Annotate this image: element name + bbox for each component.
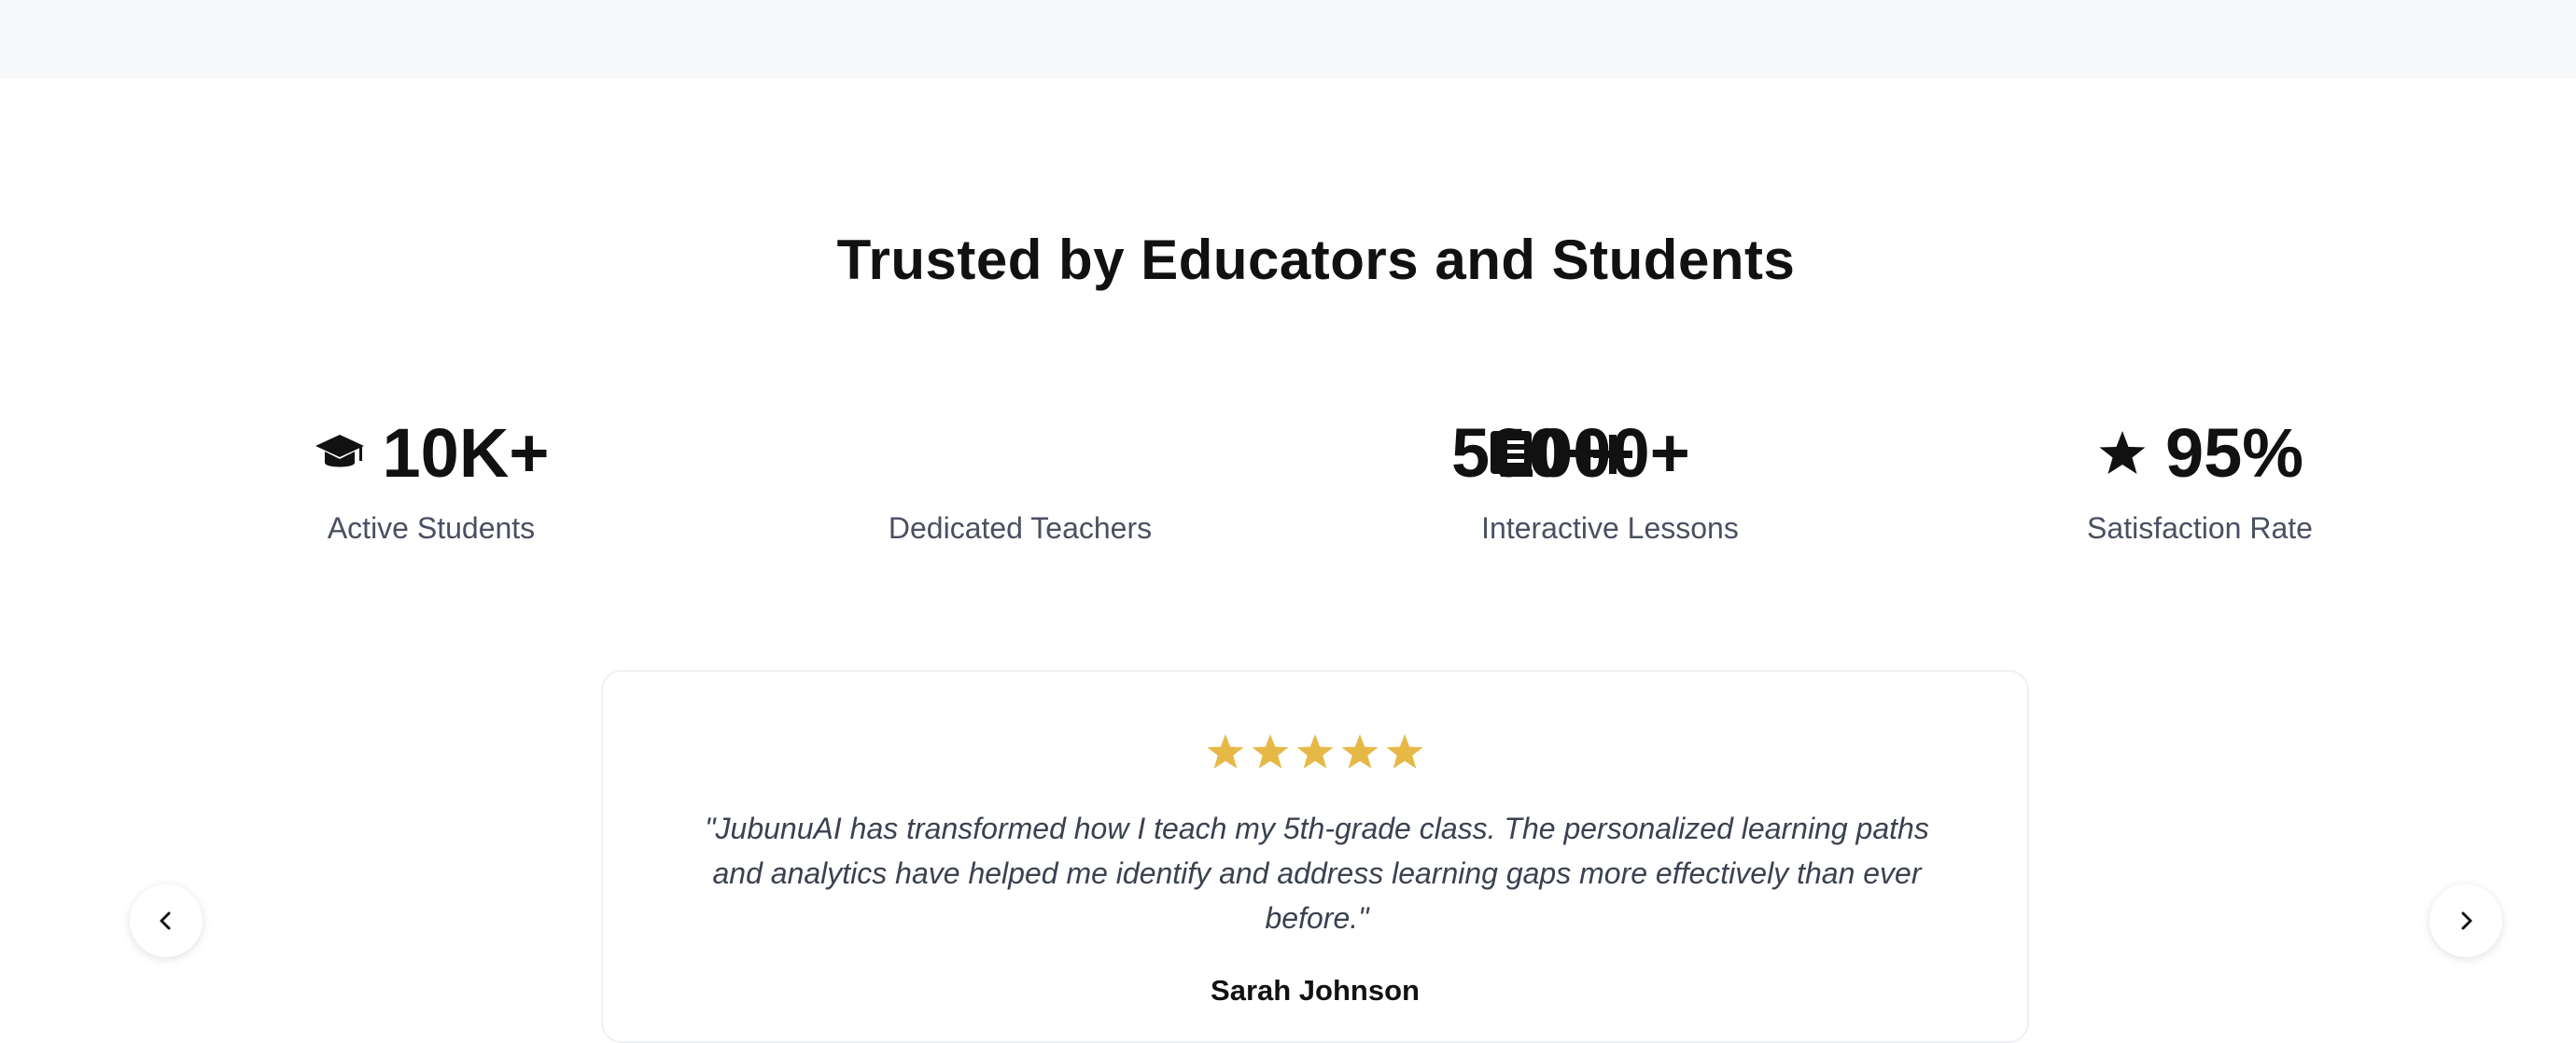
stat-value: 95%: [2164, 414, 2304, 492]
star-icon: [1207, 734, 1244, 769]
stat-label: Interactive Lessons: [1481, 511, 1739, 545]
stat-active-students: 10K+ Active Students: [133, 416, 730, 546]
testimonial-quote: "JubunuAI has transformed how I teach my…: [705, 812, 1929, 935]
stat-label: Satisfaction Rate: [2087, 511, 2313, 545]
stat-value: 10K+: [382, 414, 550, 492]
stat-satisfaction-rate: 95% Satisfaction Rate: [1901, 416, 2499, 546]
carousel-next-button[interactable]: [2429, 884, 2502, 957]
section-title: Trusted by Educators and Students: [836, 229, 1796, 291]
star-icon: [1296, 734, 1334, 769]
stat-label: Active Students: [327, 511, 536, 545]
testimonial-author: Sarah Johnson: [1211, 974, 1420, 1007]
stat-label: Dedicated Teachers: [888, 511, 1153, 545]
chevron-left-icon: [160, 911, 171, 930]
stat-interactive-lessons: 500+ 1000+ Interactive Lessons: [1311, 416, 1909, 546]
plus-icon: [1593, 435, 1632, 474]
chevron-right-icon: [2461, 911, 2472, 930]
star-rating: [603, 731, 2027, 772]
stat-dedicated-teachers: Dedicated Teachers: [721, 416, 1319, 546]
graduation-cap-icon: [314, 427, 366, 480]
stat-value-overlap: 500+ 1000+: [1451, 416, 1769, 491]
star-icon: [1252, 734, 1289, 769]
testimonial-card: "JubunuAI has transformed how I teach my…: [601, 670, 2029, 1043]
top-band: [0, 0, 2576, 78]
book-icon: [1491, 431, 1532, 474]
star-icon: [1386, 734, 1423, 769]
carousel-prev-button[interactable]: [130, 884, 203, 957]
star-icon: [1341, 734, 1379, 769]
star-icon: [2096, 427, 2149, 480]
